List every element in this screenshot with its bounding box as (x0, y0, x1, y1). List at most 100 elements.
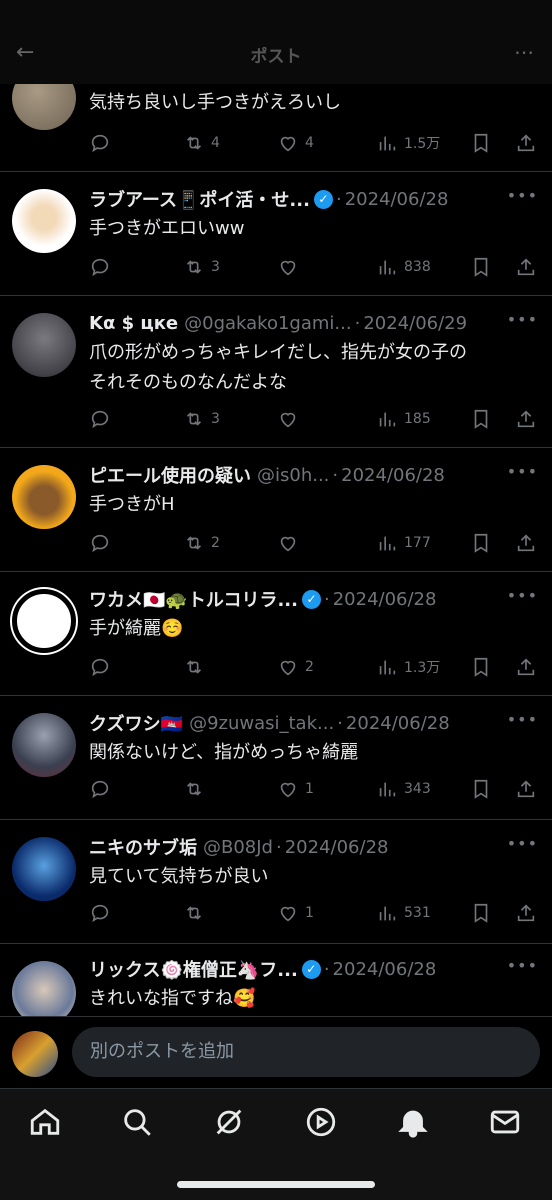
post-date[interactable]: 2024/06/28 (345, 189, 449, 210)
reply-icon (91, 534, 109, 553)
home-icon[interactable] (28, 1105, 62, 1139)
bookmark-button[interactable] (470, 130, 492, 156)
avatar[interactable] (12, 837, 76, 901)
reply-composer: 別のポストを追加 (0, 1016, 552, 1088)
views-button[interactable]: 177 (376, 530, 431, 556)
share-button[interactable] (515, 406, 537, 432)
grok-icon[interactable] (212, 1105, 246, 1139)
repost-button[interactable]: 3 (183, 406, 220, 432)
reply-button[interactable] (89, 530, 111, 556)
display-name[interactable]: リックス🍥権僧正🦄フ... (89, 956, 298, 982)
more-options-icon[interactable]: ••• (507, 310, 538, 329)
views-button[interactable]: 531 (376, 900, 431, 926)
share-icon (517, 258, 535, 276)
like-button[interactable] (277, 406, 305, 432)
more-options-icon[interactable]: ••• (507, 956, 538, 975)
reply-icon (91, 904, 109, 923)
reply-post[interactable]: クズワシ🇰🇭 @9zuwasi_tak... · 2024/06/28 ••• … (0, 696, 552, 820)
more-options-icon[interactable]: ••• (507, 586, 538, 605)
bookmark-button[interactable] (470, 654, 492, 680)
heart-icon (280, 782, 296, 798)
user-handle[interactable]: @B08Jd (203, 837, 273, 858)
my-avatar[interactable] (12, 1031, 58, 1077)
post-date[interactable]: 2024/06/28 (285, 837, 389, 858)
repost-button[interactable]: 2 (183, 530, 220, 556)
reply-post[interactable]: Kα $ цкe @0gakako1gami... · 2024/06/29 •… (0, 296, 552, 448)
display-name[interactable]: ラブアース📱ポイ活・せ... (89, 186, 310, 212)
share-button[interactable] (515, 900, 537, 926)
like-button[interactable]: 4 (277, 130, 314, 156)
views-button[interactable]: 1.3万 (376, 654, 440, 680)
display-name[interactable]: ニキのサブ垢 (89, 834, 197, 860)
avatar[interactable] (12, 713, 76, 777)
avatar[interactable] (12, 465, 76, 529)
reply-button[interactable] (89, 654, 111, 680)
display-name[interactable]: ピエール使用の疑い (89, 462, 251, 488)
reply-button[interactable] (89, 776, 111, 802)
share-button[interactable] (515, 130, 537, 156)
views-button[interactable]: 185 (376, 406, 431, 432)
display-name[interactable]: ワカメ🇯🇵🐢トルコリラ... (89, 586, 298, 612)
reply-button[interactable] (89, 130, 111, 156)
reply-icon (91, 258, 109, 277)
display-name[interactable]: クズワシ🇰🇭 (89, 710, 183, 736)
share-button[interactable] (515, 776, 537, 802)
share-button[interactable] (515, 530, 537, 556)
notifications-icon[interactable] (396, 1105, 430, 1139)
like-count: 4 (305, 135, 314, 151)
views-button[interactable]: 1.5万 (376, 130, 440, 156)
messages-icon[interactable] (488, 1105, 522, 1139)
avatar[interactable] (12, 589, 76, 653)
post-date[interactable]: 2024/06/29 (363, 313, 467, 334)
share-button[interactable] (515, 254, 537, 280)
bookmark-button[interactable] (470, 406, 492, 432)
share-button[interactable] (515, 654, 537, 680)
avatar[interactable] (12, 189, 76, 253)
bookmark-button[interactable] (470, 530, 492, 556)
like-button[interactable]: 1 (277, 776, 314, 802)
bookmark-button[interactable] (470, 776, 492, 802)
views-icon (379, 536, 396, 551)
reply-button[interactable] (89, 900, 111, 926)
repost-button[interactable] (183, 654, 211, 680)
repost-button[interactable] (183, 900, 211, 926)
reply-post[interactable]: ワカメ🇯🇵🐢トルコリラ... ✓ · 2024/06/28 ••• 手が綺麗☺️… (0, 572, 552, 696)
post-date[interactable]: 2024/06/28 (346, 713, 450, 734)
reply-icon (91, 658, 109, 677)
reply-post[interactable]: ラブアース📱ポイ活・せ... ✓ · 2024/06/28 ••• 手つきがエロ… (0, 172, 552, 296)
like-button[interactable] (277, 254, 305, 280)
user-handle[interactable]: @9zuwasi_tak... (189, 713, 334, 734)
reply-input[interactable]: 別のポストを追加 (72, 1027, 540, 1077)
repost-button[interactable] (183, 776, 211, 802)
reply-button[interactable] (89, 406, 111, 432)
more-options-icon[interactable]: ••• (507, 186, 538, 205)
post-date[interactable]: 2024/06/28 (333, 589, 437, 610)
video-icon[interactable] (304, 1105, 338, 1139)
bookmark-button[interactable] (470, 254, 492, 280)
views-button[interactable]: 838 (376, 254, 431, 280)
reply-post[interactable]: ニキのサブ垢 @B08Jd · 2024/06/28 ••• 見ていて気持ちが良… (0, 820, 552, 944)
repost-button[interactable]: 3 (183, 254, 220, 280)
more-options-icon[interactable]: ••• (507, 462, 538, 481)
display-name[interactable]: Kα $ цкe (89, 313, 178, 334)
user-handle[interactable]: @is0h... (257, 465, 329, 486)
share-icon (517, 904, 535, 922)
search-icon[interactable] (120, 1105, 154, 1139)
avatar[interactable] (12, 313, 76, 377)
more-options-icon[interactable]: ••• (507, 834, 538, 853)
reply-post[interactable]: リックス🍥権僧正🦄フ... ✓ · 2024/06/28 ••• きれいな指です… (0, 944, 552, 1025)
more-options-icon[interactable]: ••• (507, 710, 538, 729)
post-date[interactable]: 2024/06/28 (341, 465, 445, 486)
repost-button[interactable]: 4 (183, 130, 220, 156)
reply-post[interactable]: ピエール使用の疑い @is0h... · 2024/06/28 ••• 手つきが… (0, 448, 552, 572)
views-button[interactable]: 343 (376, 776, 431, 802)
user-handle[interactable]: @0gakako1gami... (184, 313, 351, 334)
reply-button[interactable] (89, 254, 111, 280)
more-icon[interactable]: ⋯ (514, 40, 534, 64)
like-button[interactable]: 2 (277, 654, 314, 680)
post-actions: 3 185 (89, 406, 538, 432)
like-button[interactable] (277, 530, 305, 556)
bookmark-button[interactable] (470, 900, 492, 926)
post-date[interactable]: 2024/06/28 (333, 959, 437, 980)
like-button[interactable]: 1 (277, 900, 314, 926)
